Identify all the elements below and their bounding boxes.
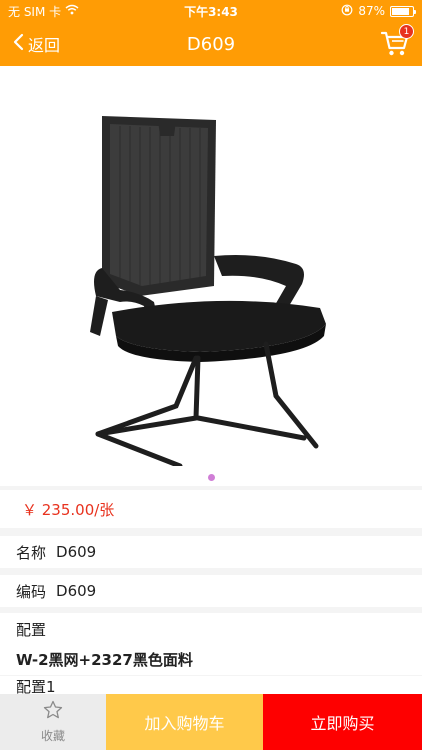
office-chair-image — [90, 116, 326, 466]
price-row: ￥ 235.00/张 — [0, 490, 422, 528]
chevron-left-icon — [12, 33, 24, 55]
code-row: 编码 D609 — [0, 575, 422, 607]
config1-label: 配置1 — [16, 678, 56, 694]
cart-button[interactable]: 1 — [380, 24, 414, 58]
battery-percent: 87% — [358, 4, 385, 18]
config-header-row: 配置 — [0, 613, 422, 645]
code-value: D609 — [56, 582, 97, 600]
back-label: 返回 — [28, 36, 61, 55]
price-text: ￥ 235.00/张 — [22, 500, 115, 519]
cart-badge: 1 — [399, 24, 414, 39]
star-outline-icon — [43, 700, 63, 723]
config1-row: 配置1 — [0, 676, 422, 694]
battery-fill — [392, 7, 410, 15]
status-right: 87% — [294, 4, 416, 19]
carrier-label: 无 SIM 卡 — [8, 4, 62, 19]
battery-icon — [390, 5, 416, 17]
name-label: 名称 — [16, 543, 47, 562]
bottom-action-bar: 收藏 加入购物车 立即购买 — [0, 694, 422, 750]
favorite-button[interactable]: 收藏 — [0, 694, 106, 750]
product-image-gallery[interactable] — [0, 66, 422, 486]
page-title: D609 — [186, 33, 236, 55]
header: 无 SIM 卡 下午3:43 87% 返回 D609 1 — [0, 0, 422, 66]
name-row: 名称 D609 — [0, 536, 422, 568]
config-label: 配置 — [16, 620, 47, 639]
status-bar: 无 SIM 卡 下午3:43 87% — [0, 0, 422, 22]
status-left: 无 SIM 卡 — [8, 3, 128, 20]
page-indicator-dot[interactable] — [208, 474, 215, 481]
back-button[interactable]: 返回 — [12, 32, 60, 56]
code-label: 编码 — [16, 582, 47, 601]
buy-now-button[interactable]: 立即购买 — [263, 694, 422, 750]
nav-bar: 返回 D609 1 — [0, 22, 422, 66]
status-time: 下午3:43 — [184, 4, 238, 19]
wifi-icon — [65, 4, 79, 18]
cart-icon — [380, 31, 410, 62]
name-value: D609 — [56, 543, 97, 561]
config-value-row: W-2黑网+2327黑色面料 — [0, 643, 422, 675]
add-to-cart-button[interactable]: 加入购物车 — [106, 694, 263, 750]
favorite-label: 收藏 — [40, 729, 65, 743]
orientation-lock-icon — [341, 4, 353, 19]
config-value: W-2黑网+2327黑色面料 — [16, 650, 193, 669]
